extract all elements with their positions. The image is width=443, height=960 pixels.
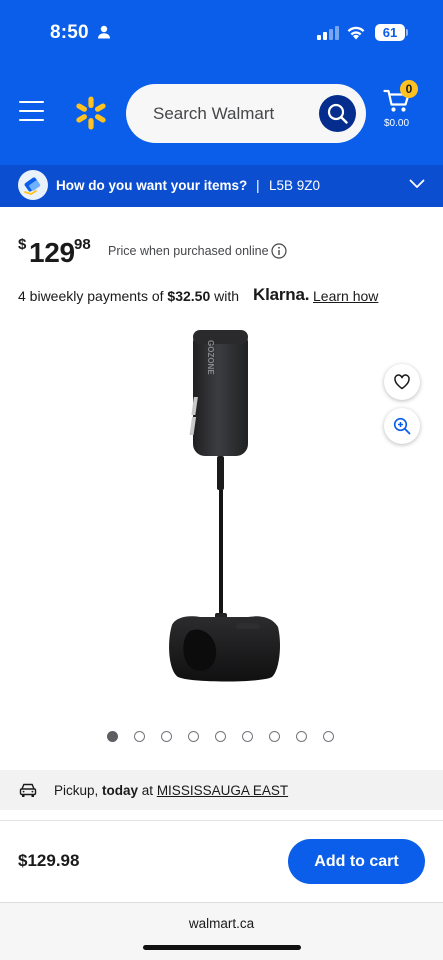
favorite-button[interactable] (384, 364, 420, 400)
search-input[interactable]: Search Walmart (126, 84, 366, 143)
carousel-dot[interactable] (107, 731, 118, 742)
battery-cap (406, 29, 408, 36)
chevron-down-icon (409, 179, 425, 188)
pickup-at: at (138, 783, 157, 798)
battery-indicator: 61 (375, 24, 405, 41)
delivery-selector[interactable]: How do you want your items? | L5B 9Z0 (0, 165, 443, 207)
pickup-when: today (102, 783, 139, 798)
cart-count-badge: 0 (400, 80, 418, 98)
product-brand-label: GOZONE (206, 340, 215, 375)
delivery-separator: | (256, 177, 260, 193)
price-note: Price when purchased online (108, 244, 269, 258)
status-bar: 8:50 61 (0, 0, 443, 66)
info-icon[interactable] (271, 243, 287, 259)
heart-icon (394, 374, 410, 390)
carousel-dot[interactable] (215, 731, 226, 742)
postal-code: L5B 9Z0 (269, 178, 321, 193)
klarna-prefix: 4 biweekly payments of (18, 288, 168, 304)
price-currency: $ (18, 236, 27, 253)
product-image[interactable]: GOZONE (150, 325, 300, 717)
price-whole: 129 (29, 237, 75, 268)
zoom-button[interactable] (384, 408, 420, 444)
carousel-dot[interactable] (323, 731, 334, 742)
klarna-suffix: with (210, 288, 240, 304)
car-icon (19, 783, 37, 797)
pickup-info: Pickup, today at MISSISSAUGA EAST (0, 770, 443, 810)
footer-price: $129.98 (18, 851, 80, 870)
browser-url: walmart.ca (188, 916, 255, 931)
browser-address-bar[interactable]: walmart.ca (0, 902, 443, 960)
cart-total: $0.00 (384, 118, 410, 129)
walmart-spark-logo[interactable] (73, 94, 109, 132)
carousel-dot[interactable] (269, 731, 280, 742)
price-cents: 98 (74, 236, 91, 253)
add-to-cart-button[interactable]: Add to cart (288, 839, 425, 884)
search-placeholder: Search Walmart (153, 104, 275, 123)
carousel-dot[interactable] (296, 731, 307, 742)
klarna-logo: Klarna. (253, 285, 310, 304)
klarna-amount: $32.50 (167, 288, 211, 304)
status-time: 8:50 (50, 22, 89, 43)
zoom-in-icon (393, 417, 411, 435)
signal-icon (317, 26, 339, 40)
divider (0, 820, 443, 821)
wifi-icon (347, 26, 365, 40)
pickup-text: Pickup, today at MISSISSAUGA EAST (54, 783, 288, 798)
delivery-question: How do you want your items? (56, 178, 248, 193)
pickup-label: Pickup, (54, 783, 103, 798)
home-indicator[interactable] (143, 945, 301, 950)
search-button[interactable] (319, 95, 356, 132)
klarna-installments: 4 biweekly payments of $32.50 with (18, 288, 239, 304)
cart-button[interactable]: 0 $0.00 (380, 80, 420, 132)
header-bar: 8:50 61 Search Walmart 0 $0.00 How do yo… (0, 0, 443, 207)
person-icon (98, 25, 110, 39)
learn-how-link[interactable]: Learn how (313, 288, 378, 304)
carousel-dot[interactable] (134, 731, 145, 742)
carousel-dot[interactable] (242, 731, 253, 742)
carousel-dot[interactable] (161, 731, 172, 742)
search-icon (327, 103, 348, 124)
hamburger-menu-icon[interactable] (19, 101, 45, 123)
pickup-store-link[interactable]: MISSISSAUGA EAST (157, 783, 288, 798)
delivery-icon (18, 170, 48, 200)
carousel-dot[interactable] (188, 731, 199, 742)
